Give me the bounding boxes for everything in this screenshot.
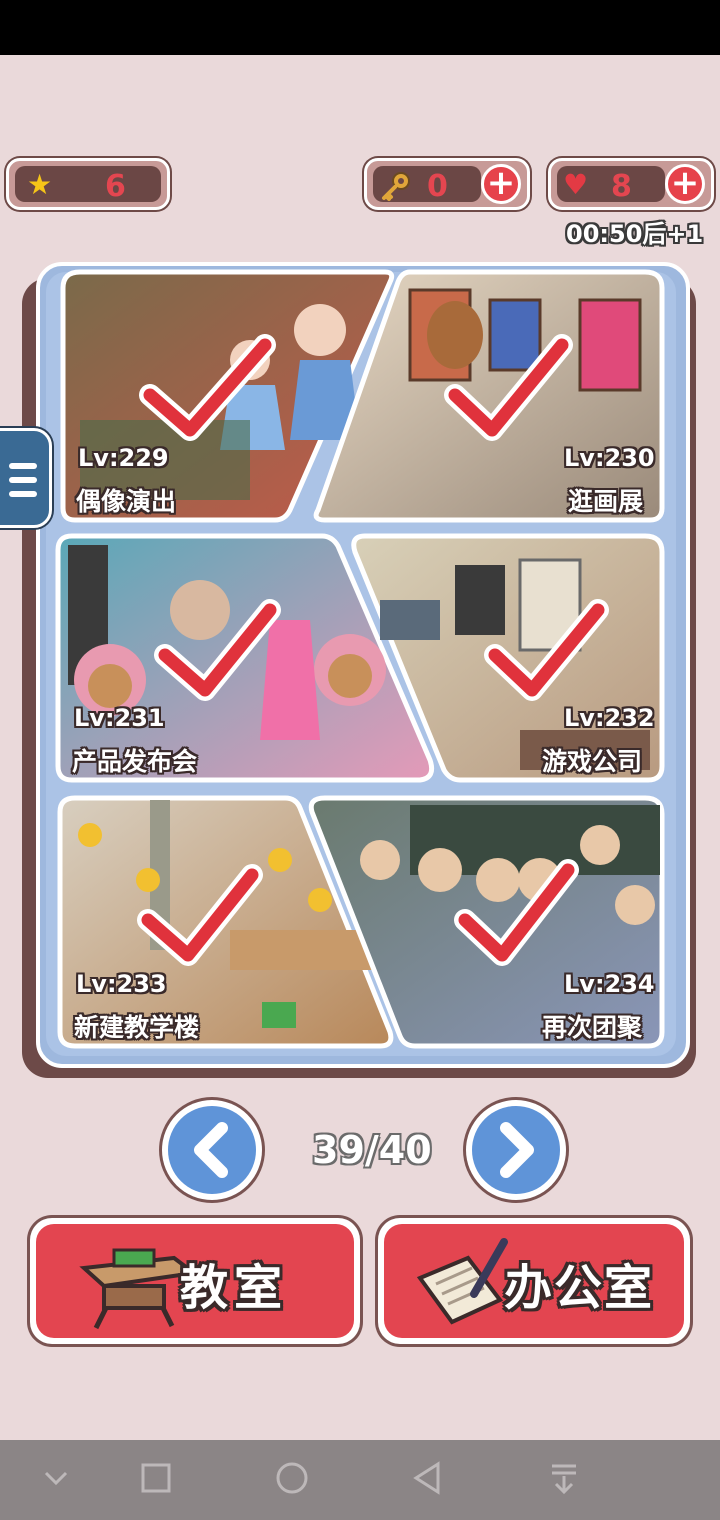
system-nav-bar: [0, 1440, 720, 1520]
notepad-pen-icon: [416, 1238, 508, 1325]
office-label: 办公室: [504, 1260, 655, 1316]
level-number: Lv:234: [564, 970, 655, 998]
menu-icon: [9, 463, 37, 469]
level-number: Lv:231: [74, 704, 165, 732]
level-number: Lv:233: [76, 970, 167, 998]
back-triangle-icon[interactable]: [408, 1458, 448, 1498]
chevron-left-icon: [194, 1122, 228, 1178]
page-indicator: 39/40: [312, 1128, 432, 1172]
level-name: 偶像演出: [76, 487, 177, 516]
level-number: Lv:229: [78, 444, 169, 472]
home-circle-icon[interactable]: [272, 1458, 312, 1498]
level-name: 逛画展: [568, 487, 644, 516]
next-page-button[interactable]: [466, 1100, 566, 1200]
office-button[interactable]: 办公室: [378, 1218, 690, 1344]
level-name: 新建教学楼: [74, 1013, 200, 1042]
notification-pulldown-icon[interactable]: [544, 1458, 584, 1498]
level-name: 再次团聚: [542, 1013, 643, 1042]
level-number: Lv:230: [564, 444, 655, 472]
chevron-right-icon: [500, 1122, 534, 1178]
level-name: 游戏公司: [542, 747, 643, 776]
prev-page-button[interactable]: [162, 1100, 262, 1200]
level-number: Lv:232: [564, 704, 655, 732]
chevron-down-icon[interactable]: [36, 1458, 76, 1498]
classroom-button[interactable]: 教室: [30, 1218, 360, 1344]
side-menu-button[interactable]: [0, 428, 52, 528]
classroom-label: 教室: [180, 1260, 289, 1316]
recents-square-icon[interactable]: [136, 1458, 176, 1498]
level-name: 产品发布会: [72, 747, 198, 776]
level-tiles-art: [55, 269, 665, 1049]
